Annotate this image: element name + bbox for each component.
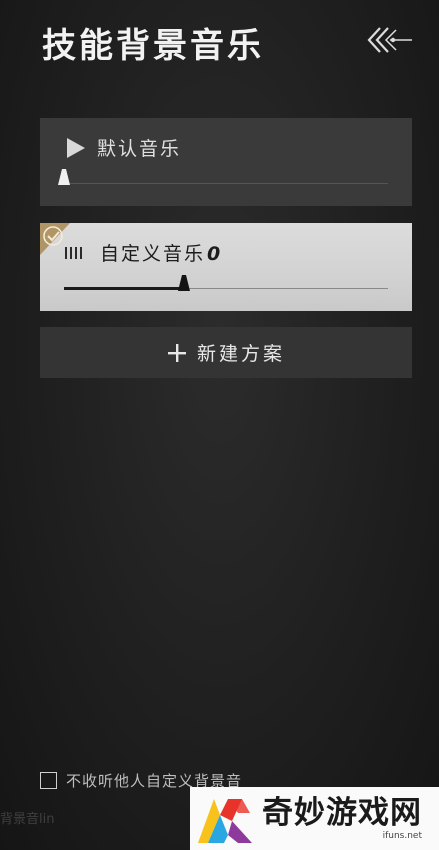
page-title: 技能背景音乐 [42,26,264,66]
chevron-double-left-icon [367,27,412,53]
track-card-custom[interactable]: 自定义音乐 0 [40,223,412,311]
ghost-text: 背景音lin [0,812,55,827]
play-icon[interactable] [66,138,86,158]
music-list-icon [65,247,82,259]
site-logo-icon [198,798,252,843]
track-name-custom: 自定义音乐 [100,243,206,265]
watermark-name: 奇妙游戏网 [262,795,422,831]
watermark-domain: ifuns.net [382,831,422,841]
track-number-custom: 0 [207,243,223,265]
watermark: 奇妙游戏网 ifuns.net [190,787,439,850]
volume-slider-default[interactable] [64,183,388,184]
ignore-others-bgm-checkbox[interactable] [40,772,57,789]
track-label-default: 默认音乐 [97,138,182,160]
plus-icon [167,343,186,362]
back-button[interactable] [366,22,414,58]
slider-thumb-default[interactable] [57,168,71,186]
new-plan-label: 新建方案 [196,343,285,365]
slider-thumb-custom[interactable] [177,274,191,292]
track-label-custom: 自定义音乐 0 [100,239,222,266]
new-plan-button[interactable]: 新建方案 [40,327,412,378]
track-card-default[interactable]: 默认音乐 [40,118,412,206]
volume-slider-fill-custom [64,287,184,290]
